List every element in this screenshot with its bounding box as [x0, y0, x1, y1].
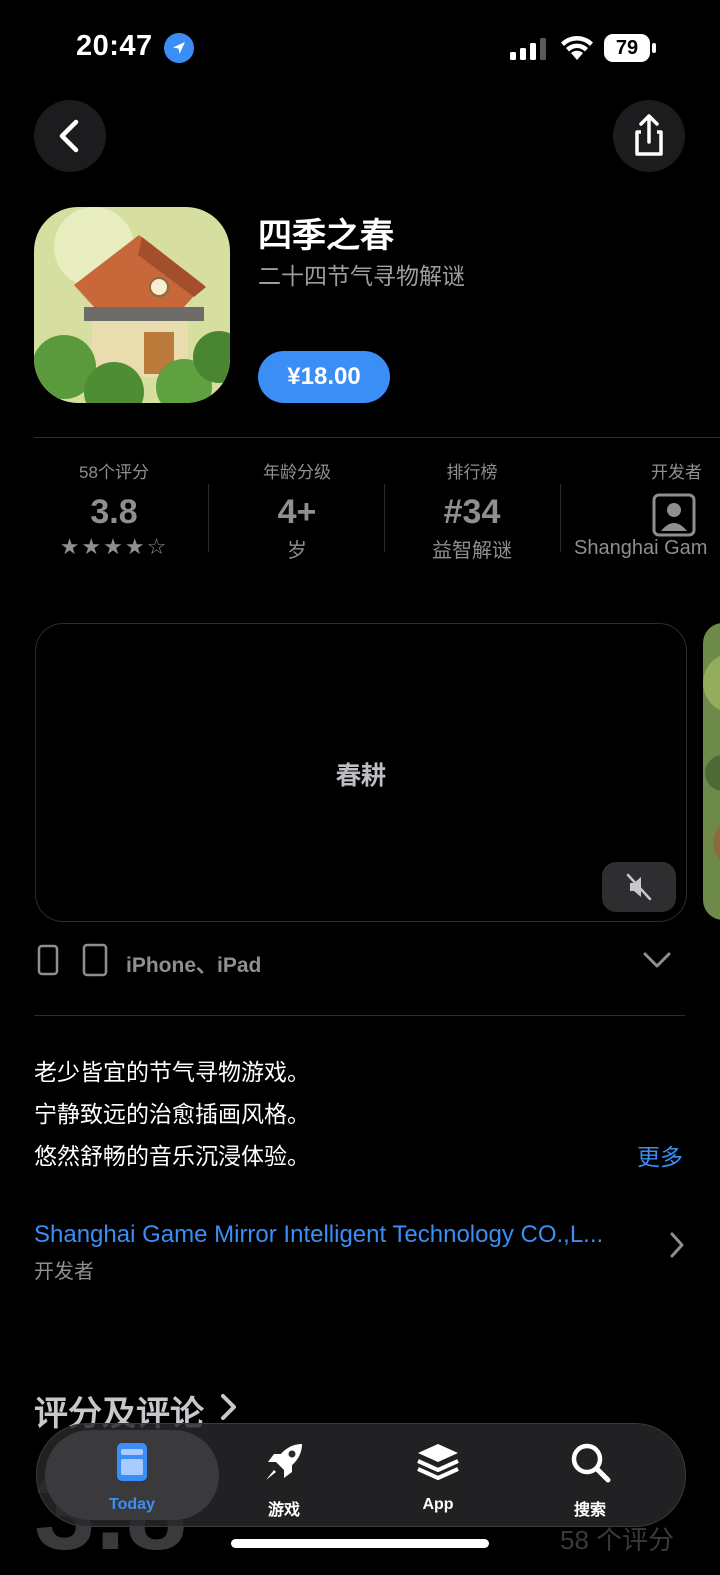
stat-ratings-label: 58个评分: [79, 463, 149, 482]
rocket-icon: [266, 1444, 302, 1480]
stat-ratings[interactable]: 58个评分 3.8 ★★★★☆: [28, 458, 200, 560]
iphone-icon: [37, 944, 59, 976]
price-button[interactable]: ¥18.00: [258, 351, 390, 403]
tab-label: 游戏: [267, 1502, 300, 1519]
share-button[interactable]: [613, 100, 685, 172]
stat-developer-sub: Shanghai Gam: [574, 537, 708, 559]
developer-role: 开发者: [34, 1261, 94, 1283]
stat-developer-label: 开发者: [651, 463, 702, 482]
today-icon: [117, 1443, 147, 1481]
more-link[interactable]: 更多: [637, 1138, 683, 1172]
chevron-left-icon: [59, 119, 79, 153]
stat-age-value: 4+: [277, 493, 317, 531]
stat-age[interactable]: 年龄分级 4+ 岁: [210, 458, 384, 563]
battery-nub: [652, 43, 656, 53]
description-line: 宁静致远的治愈插画风格。: [34, 1101, 310, 1127]
supported-devices: iPhone、iPad: [126, 954, 262, 977]
tab-apps[interactable]: App: [363, 1424, 513, 1526]
tab-bar: Today 游戏 App 搜索: [36, 1423, 686, 1527]
share-icon: [635, 114, 663, 156]
stat-age-label: 年龄分级: [263, 463, 331, 482]
speaker-muted-icon: [626, 873, 652, 901]
stat-chart-label: 排行榜: [446, 463, 498, 482]
description-line: 老少皆宜的节气寻物游戏。: [34, 1059, 310, 1085]
app-title: 四季之春: [258, 217, 394, 255]
ipad-icon: [82, 943, 108, 977]
tab-label: Today: [109, 1496, 155, 1513]
tab-today[interactable]: Today: [57, 1424, 207, 1526]
divider: [34, 1015, 685, 1016]
divider: [34, 437, 720, 438]
video-caption: 春耕: [335, 762, 386, 790]
status-time: 20:47: [76, 30, 153, 62]
mute-button[interactable]: [602, 862, 676, 912]
back-button[interactable]: [34, 100, 106, 172]
star-rating: ★★★★☆: [59, 534, 169, 559]
stat-chart-sub: 益智解谜: [432, 540, 512, 562]
stat-age-sub: 岁: [287, 540, 307, 562]
battery-icon: 79: [604, 34, 650, 62]
chevron-down-icon[interactable]: [642, 950, 672, 970]
search-icon: [571, 1443, 611, 1483]
app-subtitle: 二十四节气寻物解谜: [258, 263, 465, 289]
stat-separator: [384, 484, 385, 552]
stat-ratings-value: 3.8: [90, 493, 138, 531]
description-line: 悠然舒畅的音乐沉浸体验。: [34, 1143, 310, 1169]
tab-label: 搜索: [573, 1502, 606, 1519]
stat-chart-value: #34: [443, 493, 501, 531]
tab-search[interactable]: 搜索: [515, 1424, 665, 1526]
person-icon: [562, 493, 720, 539]
cellular-signal-icon: [510, 38, 546, 60]
stat-chart[interactable]: 排行榜 #34 益智解谜: [386, 458, 558, 563]
home-indicator[interactable]: [231, 1539, 489, 1548]
video-preview[interactable]: 春耕: [35, 623, 687, 922]
tab-games[interactable]: 游戏: [209, 1424, 359, 1526]
tab-label: App: [422, 1496, 454, 1513]
stat-developer[interactable]: 开发者 Shanghai Gam: [562, 458, 720, 560]
wifi-icon: [561, 36, 593, 60]
chevron-right-icon[interactable]: [218, 1392, 240, 1422]
layers-icon: [417, 1444, 459, 1480]
location-arrow-icon: [164, 33, 194, 63]
app-icon: [34, 207, 230, 403]
chevron-right-icon[interactable]: [668, 1231, 686, 1259]
stat-separator: [560, 484, 561, 552]
screenshot-peek[interactable]: [703, 623, 720, 920]
stat-separator: [208, 484, 209, 552]
developer-link[interactable]: Shanghai Game Mirror Intelligent Technol…: [34, 1221, 644, 1249]
